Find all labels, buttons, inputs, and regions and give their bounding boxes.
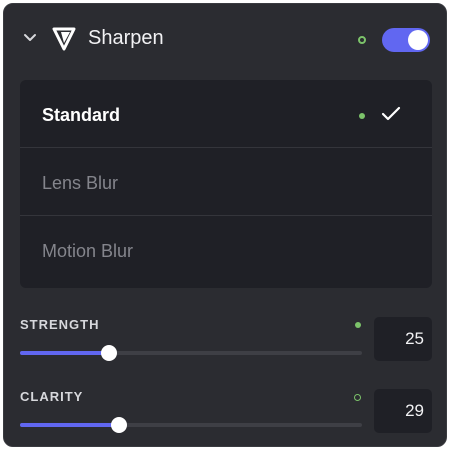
clarity-fill [20,423,120,427]
status-dot [355,322,361,328]
option-motion-blur[interactable]: Motion Blur [20,216,432,284]
strength-fill [20,351,109,355]
panel-header: Sharpen [4,4,446,74]
strength-value-input[interactable]: 25 [374,317,432,361]
triangle-logo-icon [52,27,76,51]
clarity-label: CLARITY [20,389,84,404]
status-dot [359,113,365,119]
status-indicator [358,36,366,44]
option-label: Standard [42,105,121,125]
enable-toggle[interactable] [382,28,430,52]
sharpen-panel: Sharpen Standard Lens Blur Motion Blur S… [3,3,447,447]
clarity-slider-group: CLARITY 29 [20,389,434,449]
toggle-knob [408,30,428,50]
mode-list: Standard Lens Blur Motion Blur [20,80,432,288]
clarity-thumb[interactable] [111,417,128,433]
strength-slider[interactable] [20,345,362,361]
option-lens-blur[interactable]: Lens Blur [20,148,432,216]
option-label: Lens Blur [42,173,119,193]
option-label: Motion Blur [42,241,134,261]
checkmark-icon [381,106,401,121]
strength-slider-group: STRENGTH 25 [20,317,434,377]
status-dot [354,394,361,401]
option-standard[interactable]: Standard [20,80,432,148]
clarity-slider[interactable] [20,417,362,433]
strength-thumb[interactable] [100,345,117,361]
panel-title: Sharpen [88,27,164,49]
strength-label: STRENGTH [20,317,100,332]
chevron-down-icon[interactable] [22,30,38,46]
clarity-value-input[interactable]: 29 [374,389,432,433]
